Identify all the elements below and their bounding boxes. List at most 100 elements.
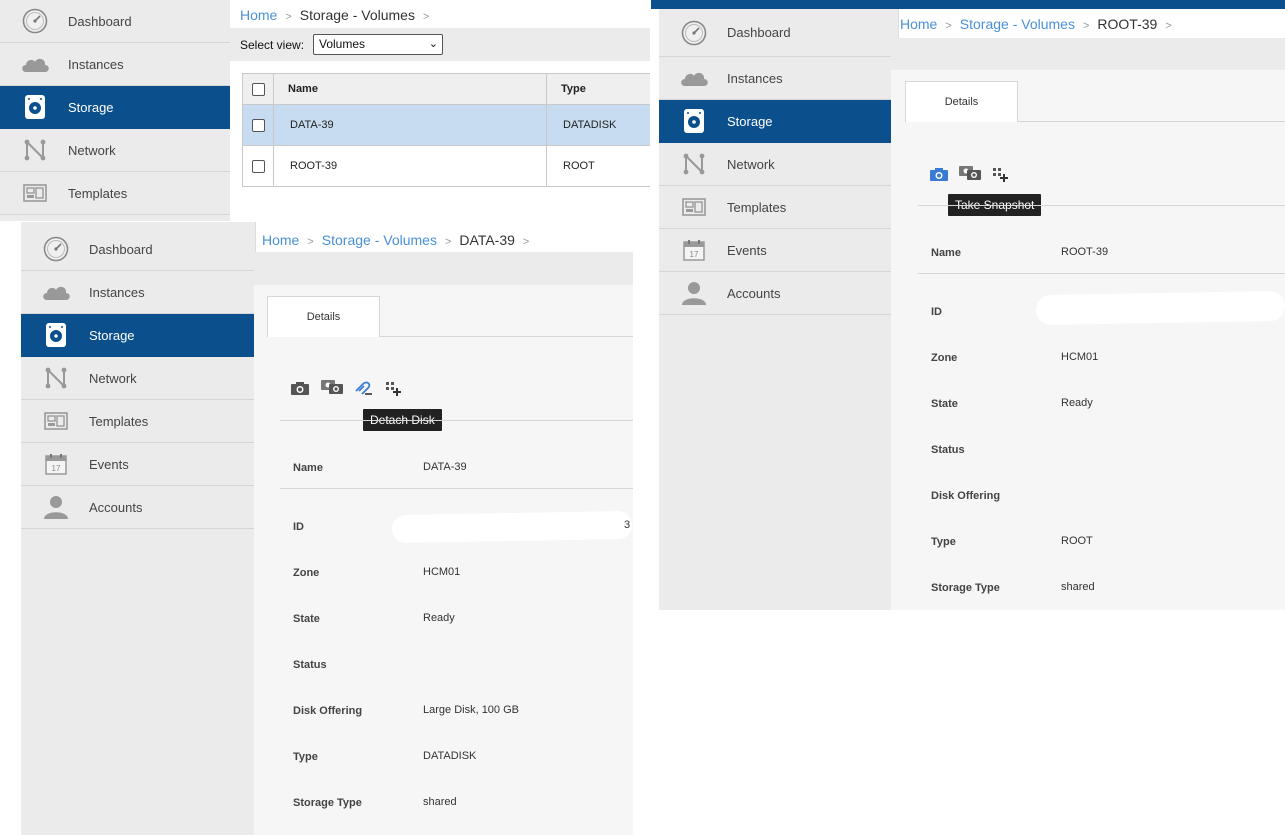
table-header-row: Name Type <box>242 73 650 105</box>
prop-label-zone: Zone <box>931 352 958 364</box>
prop-label-id: ID <box>931 306 942 318</box>
sidebar-item-network[interactable]: Network <box>21 357 255 400</box>
redaction-mark <box>391 510 633 544</box>
breadcrumb-separator: > <box>422 11 430 23</box>
breadcrumb: Home > Storage - Volumes > DATA-39 > <box>262 232 537 248</box>
prop-value-state: Ready <box>1061 397 1093 409</box>
column-header-type[interactable]: Type <box>546 73 650 105</box>
sidebar-item-label: Storage <box>727 113 773 129</box>
sidebar-item-dashboard[interactable]: Dashboard <box>21 222 255 271</box>
breadcrumb-storage-volumes[interactable]: Storage - Volumes <box>960 16 1075 32</box>
divider <box>918 205 1285 206</box>
select-all-cell <box>242 73 274 105</box>
select-all-checkbox[interactable] <box>251 82 265 96</box>
network-icon <box>12 129 58 172</box>
breadcrumb-home[interactable]: Home <box>240 7 277 23</box>
camera-icon[interactable] <box>929 167 949 185</box>
tab-divider <box>1018 121 1285 122</box>
prop-value-zone: HCM01 <box>1061 351 1099 363</box>
sidebar-item-label: Network <box>727 156 775 172</box>
breadcrumb-storage-volumes[interactable]: Storage - Volumes <box>322 232 437 248</box>
breadcrumb-home[interactable]: Home <box>262 232 299 248</box>
toolbar-strip <box>254 252 633 285</box>
sidebar: Dashboard Instances Storage Network Temp… <box>0 0 230 221</box>
table-row[interactable]: DATA-39 DATADISK <box>242 104 650 146</box>
root-volume-detail-panel: Dashboard Instances Storage Network Temp… <box>651 0 1285 610</box>
migrate-icon[interactable] <box>992 167 1008 186</box>
prop-value-name: ROOT-39 <box>1061 246 1109 258</box>
sidebar-item-dashboard[interactable]: Dashboard <box>659 9 898 57</box>
network-icon <box>33 357 79 400</box>
sidebar-item-templates[interactable]: Templates <box>659 186 898 229</box>
sidebar-item-events[interactable]: Events <box>659 229 898 272</box>
sidebar-item-instances[interactable]: Instances <box>0 43 230 86</box>
sidebar-item-label: Templates <box>68 185 128 201</box>
chevron-down-icon: ⌄ <box>428 38 438 50</box>
calendar-icon <box>33 443 79 486</box>
row-checkbox[interactable] <box>251 118 265 132</box>
sidebar-item-network[interactable]: Network <box>0 129 230 172</box>
tab-details[interactable]: Details <box>905 81 1018 122</box>
divider <box>280 488 633 489</box>
row-checkbox-cell <box>242 104 274 146</box>
prop-label-type: Type <box>931 536 956 548</box>
table-row[interactable]: ROOT-39 ROOT <box>242 145 650 187</box>
recurring-snapshot-icon[interactable] <box>958 165 982 184</box>
row-name[interactable]: ROOT-39 <box>273 145 547 187</box>
sidebar-item-label: Events <box>89 456 129 472</box>
camera-icon[interactable] <box>290 381 310 399</box>
select-view-dropdown[interactable]: Volumes ⌄ <box>313 34 443 55</box>
breadcrumb-separator: > <box>444 236 452 248</box>
dashboard-gauge-icon <box>671 11 717 54</box>
prop-value-state: Ready <box>423 612 455 624</box>
volumes-table: Name Type DATA-39 DATADISK ROOT-39 ROOT <box>242 73 650 187</box>
disk-icon <box>12 86 58 129</box>
sidebar-item-instances[interactable]: Instances <box>659 57 898 100</box>
user-icon <box>671 272 717 315</box>
column-header-name[interactable]: Name <box>273 73 547 105</box>
breadcrumb-separator: > <box>522 236 530 248</box>
sidebar-item-events[interactable]: Events <box>21 443 255 486</box>
breadcrumb-current-volume: DATA-39 <box>459 232 515 248</box>
select-view-label: Select view: <box>240 38 305 52</box>
row-type: DATADISK <box>546 104 650 146</box>
breadcrumb-home[interactable]: Home <box>900 16 937 32</box>
prop-value-storage-type: shared <box>423 796 457 808</box>
sidebar-item-storage[interactable]: Storage <box>0 86 230 129</box>
sidebar-item-instances[interactable]: Instances <box>21 271 255 314</box>
cloud-icon <box>671 57 717 100</box>
prop-value-disk-offering: Large Disk, 100 GB <box>423 704 519 716</box>
sidebar-item-network[interactable]: Network <box>659 143 898 186</box>
sidebar-item-label: Templates <box>727 199 787 215</box>
migrate-icon[interactable] <box>385 381 401 400</box>
sidebar-item-templates[interactable]: Templates <box>0 172 230 215</box>
recurring-snapshot-icon[interactable] <box>320 379 344 398</box>
sidebar-item-accounts[interactable]: Accounts <box>659 272 898 315</box>
data-volume-detail-panel: Dashboard Instances Storage Network Temp… <box>18 222 633 835</box>
sidebar-item-storage[interactable]: Storage <box>659 100 898 143</box>
prop-label-id: ID <box>293 521 304 533</box>
disk-icon <box>33 314 79 357</box>
sidebar-item-templates[interactable]: Templates <box>21 400 255 443</box>
templates-icon <box>33 400 79 443</box>
sidebar-item-label: Dashboard <box>68 13 132 29</box>
prop-label-status: Status <box>293 659 327 671</box>
sidebar: Dashboard Instances Storage Network Temp… <box>659 9 899 610</box>
prop-label-storage-type: Storage Type <box>293 797 362 809</box>
select-view-value: Volumes <box>319 37 366 51</box>
row-checkbox[interactable] <box>251 159 265 173</box>
sidebar-item-dashboard[interactable]: Dashboard <box>0 0 230 43</box>
row-name[interactable]: DATA-39 <box>273 104 547 146</box>
sidebar-item-label: Network <box>89 370 137 386</box>
sidebar-item-label: Dashboard <box>727 25 791 40</box>
tab-divider <box>380 336 633 337</box>
sidebar-item-storage[interactable]: Storage <box>21 314 255 357</box>
sidebar-item-accounts[interactable]: Accounts <box>21 486 255 529</box>
toolbar-strip <box>891 38 1285 70</box>
tab-details[interactable]: Details <box>267 296 380 337</box>
breadcrumb-separator: > <box>1165 20 1172 32</box>
prop-value-type: DATADISK <box>423 750 477 762</box>
detach-disk-icon[interactable] <box>353 381 373 398</box>
cloud-icon <box>33 271 79 314</box>
tab-details-label: Details <box>944 96 979 108</box>
